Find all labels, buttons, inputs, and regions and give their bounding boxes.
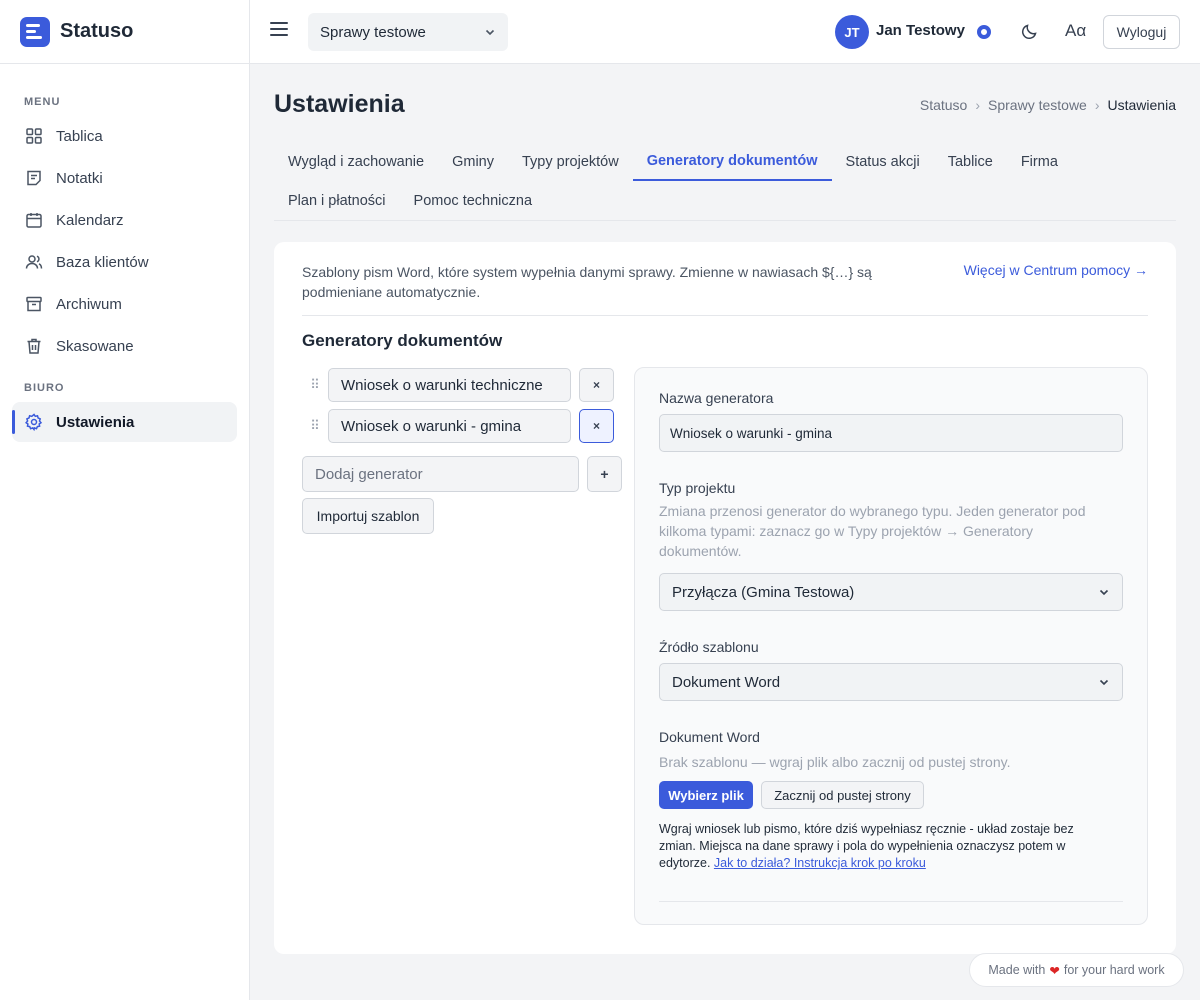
divider: [659, 901, 1123, 902]
page-title: Ustawienia: [274, 90, 405, 118]
choose-file-button[interactable]: Wybierz plik: [659, 781, 753, 809]
note-icon: [24, 168, 44, 188]
chevron-down-icon: [1099, 589, 1109, 596]
breadcrumb: Statuso › Sprawy testowe › Ustawienia: [920, 97, 1176, 113]
breadcrumb-separator: ›: [1094, 97, 1100, 113]
logout-button[interactable]: Wyloguj: [1103, 15, 1180, 49]
case-select-value: Sprawy testowe: [320, 23, 426, 41]
logo-icon: [20, 16, 50, 47]
help-center-link[interactable]: Więcej w Centrum pomocy →: [964, 262, 1148, 278]
status-indicator-icon[interactable]: [977, 25, 991, 39]
heart-icon: ❤: [1049, 963, 1060, 978]
sidebar: Statuso MENU Tablica Notatki Kalendarz B…: [0, 0, 250, 1000]
generator-name-input[interactable]: Wniosek o warunki - gmina: [659, 414, 1123, 452]
gear-icon: [24, 412, 44, 432]
divider: [302, 315, 1148, 316]
menu-icon[interactable]: [270, 22, 288, 42]
sidebar-item-kalendarz[interactable]: Kalendarz: [12, 200, 237, 240]
made-with-suffix: for your hard work: [1063, 963, 1165, 977]
generator-row: ⠿ Wniosek o warunki techniczne ×: [302, 367, 614, 403]
instructions-link[interactable]: Jak to działa? Instrukcja krok po kroku: [714, 856, 926, 870]
import-template-button[interactable]: Importuj szablon: [302, 498, 434, 534]
tab-plan-platnosci[interactable]: Plan i płatności: [274, 181, 400, 220]
user-name[interactable]: Jan Testowy: [876, 22, 965, 39]
project-type-select[interactable]: Przyłącza (Gmina Testowa): [659, 573, 1123, 611]
settings-tabs: Wygląd i zachowanie Gminy Typy projektów…: [274, 142, 1176, 221]
add-generator-input[interactable]: Dodaj generator: [302, 456, 579, 492]
remove-generator-button[interactable]: ×: [579, 368, 614, 402]
brand-name: Statuso: [60, 20, 134, 42]
breadcrumb-current: Ustawienia: [1107, 97, 1176, 113]
generator-name[interactable]: Wniosek o warunki - gmina: [328, 409, 571, 443]
sidebar-item-label: Baza klientów: [56, 253, 149, 271]
case-select[interactable]: Sprawy testowe: [308, 13, 508, 51]
word-document-help: Brak szablonu — wgraj plik albo zacznij …: [659, 754, 1011, 770]
sidebar-item-label: Skasowane: [56, 337, 134, 355]
generator-row: ⠿ Wniosek o warunki - gmina ×: [302, 408, 614, 444]
chevron-down-icon: [1099, 679, 1109, 686]
font-size-icon[interactable]: Aα: [1065, 21, 1086, 41]
sidebar-item-notatki[interactable]: Notatki: [12, 158, 237, 198]
calendar-icon: [24, 210, 44, 230]
tab-pomoc-techniczna[interactable]: Pomoc techniczna: [400, 181, 546, 220]
archive-icon: [24, 294, 44, 314]
brand[interactable]: Statuso: [0, 0, 249, 64]
project-type-help: Zmiana przenosi generator do wybranego t…: [659, 503, 1086, 559]
generator-name[interactable]: Wniosek o warunki techniczne: [328, 368, 571, 402]
add-generator-button[interactable]: +: [587, 456, 622, 492]
sidebar-item-archiwum[interactable]: Archiwum: [12, 284, 237, 324]
tab-firma[interactable]: Firma: [1007, 142, 1072, 181]
nav-section-biuro: BIURO: [24, 382, 65, 394]
sidebar-item-ustawienia[interactable]: Ustawienia: [12, 402, 237, 442]
start-blank-button[interactable]: Zacznij od pustej strony: [761, 781, 924, 809]
sidebar-item-label: Archiwum: [56, 295, 122, 313]
tab-gminy[interactable]: Gminy: [438, 142, 508, 181]
moon-icon[interactable]: [1021, 22, 1039, 40]
generator-detail-panel: Nazwa generatora Wniosek o warunki - gmi…: [634, 367, 1148, 925]
breadcrumb-item[interactable]: Sprawy testowe: [988, 97, 1087, 113]
breadcrumb-separator: ›: [975, 97, 981, 113]
chevron-down-icon: [485, 29, 495, 36]
name-label: Nazwa generatora: [659, 390, 774, 406]
intro-text: Szablony pism Word, które system wypełni…: [302, 264, 872, 300]
avatar[interactable]: JT: [835, 15, 869, 49]
drag-handle-icon[interactable]: ⠿: [302, 418, 328, 434]
nav-section-menu: MENU: [24, 96, 61, 108]
tab-generatory-dokumentow[interactable]: Generatory dokumentów: [632, 142, 832, 181]
upload-note: Wgraj wniosek lub pismo, które dziś wype…: [659, 821, 1109, 872]
tab-status-akcji[interactable]: Status akcji: [832, 142, 934, 181]
template-source-value: Dokument Word: [672, 673, 781, 691]
sidebar-item-tablica[interactable]: Tablica: [12, 116, 237, 156]
sidebar-item-baza-klientow[interactable]: Baza klientów: [12, 242, 237, 282]
made-with-badge: Made with ❤ for your hard work: [969, 953, 1184, 987]
sidebar-item-label: Kalendarz: [56, 211, 124, 229]
breadcrumb-item[interactable]: Statuso: [920, 97, 967, 113]
project-type-label: Typ projektu: [659, 480, 736, 496]
made-with-prefix: Made with: [988, 963, 1046, 977]
tab-wyglad[interactable]: Wygląd i zachowanie: [274, 142, 438, 181]
remove-generator-button[interactable]: ×: [579, 409, 614, 443]
trash-icon: [24, 336, 44, 356]
tab-tablice[interactable]: Tablice: [934, 142, 1007, 181]
users-icon: [24, 252, 44, 272]
template-source-label: Źródło szablonu: [659, 639, 759, 655]
template-source-select[interactable]: Dokument Word: [659, 663, 1123, 701]
topbar: Sprawy testowe JT Jan Testowy Aα Wyloguj: [250, 0, 1200, 64]
sidebar-item-skasowane[interactable]: Skasowane: [12, 326, 237, 366]
sidebar-item-label: Tablica: [56, 127, 103, 145]
grid-icon: [24, 126, 44, 146]
settings-card: Szablony pism Word, które system wypełni…: [274, 242, 1176, 954]
sidebar-item-label: Ustawienia: [56, 413, 135, 431]
sidebar-item-label: Notatki: [56, 169, 103, 187]
word-document-label: Dokument Word: [659, 729, 760, 745]
project-type-value: Przyłącza (Gmina Testowa): [672, 583, 855, 601]
section-title: Generatory dokumentów: [302, 331, 503, 350]
drag-handle-icon[interactable]: ⠿: [302, 377, 328, 393]
tab-typy-projektow[interactable]: Typy projektów: [508, 142, 633, 181]
